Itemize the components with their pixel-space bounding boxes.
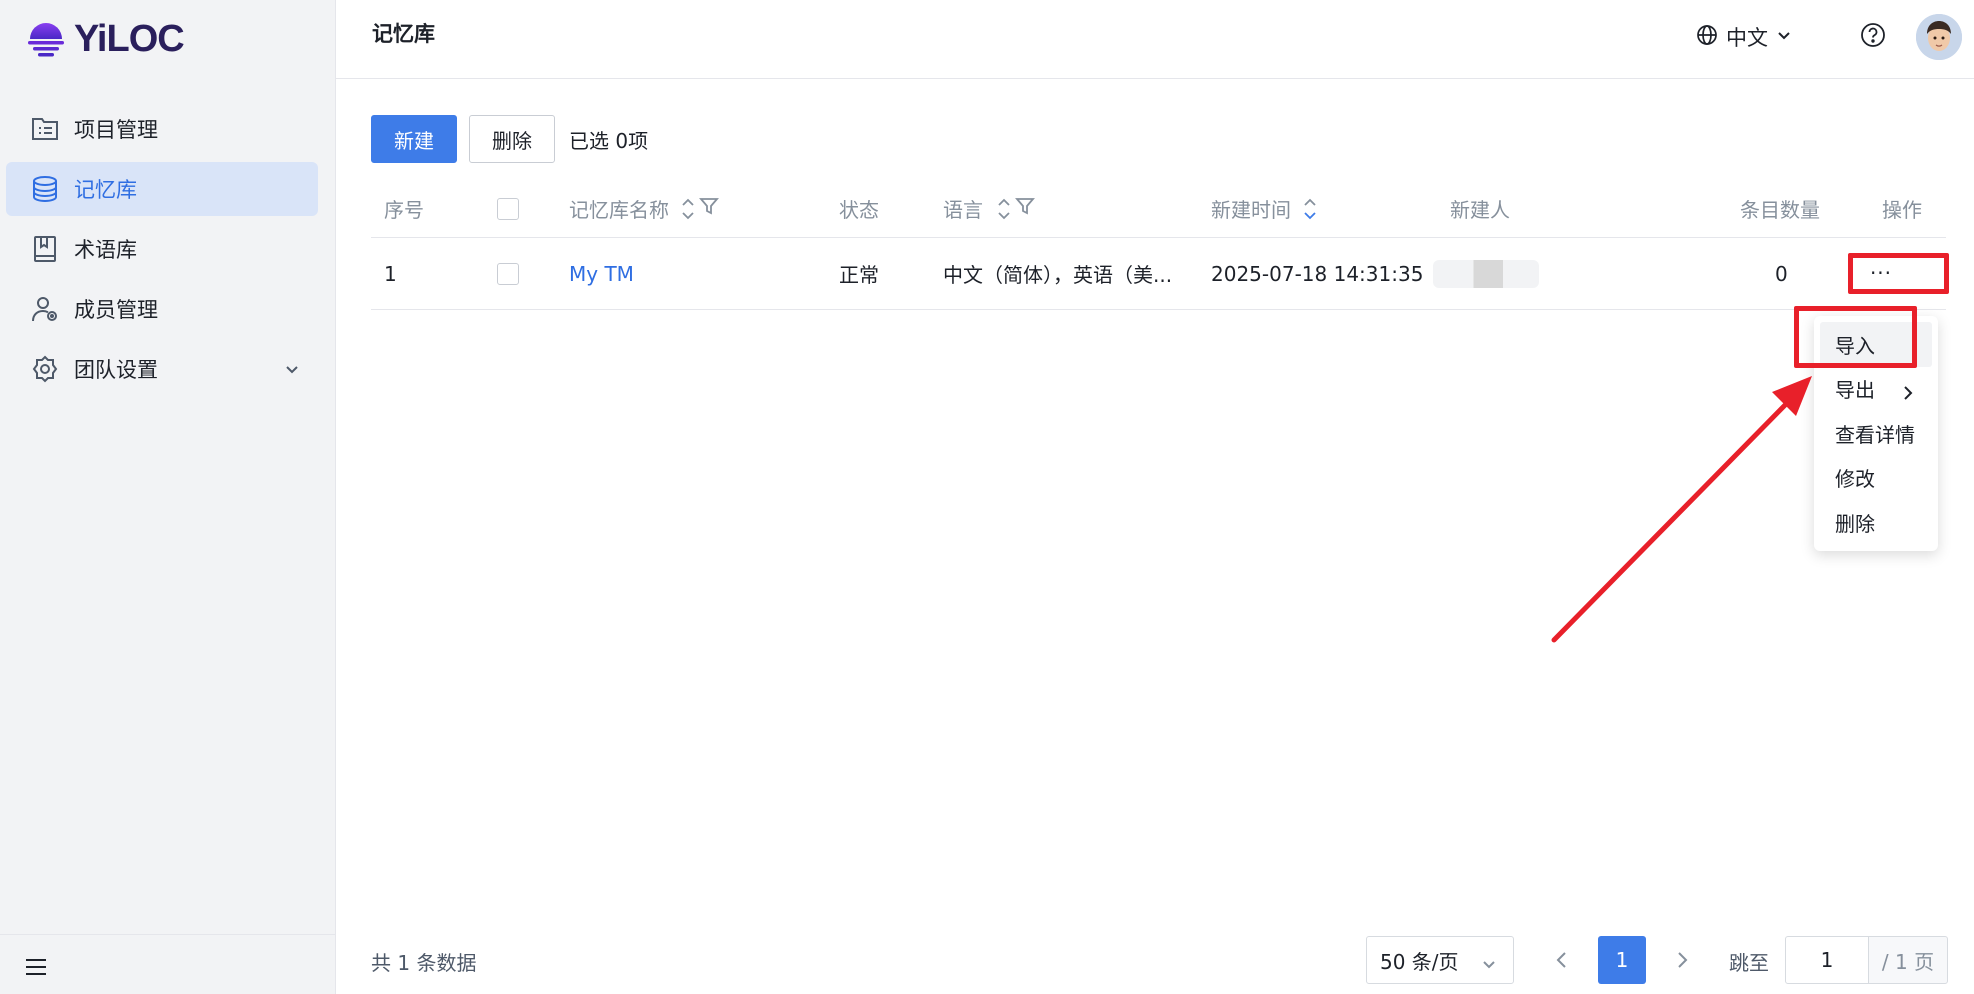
page-size-value: 50 条/页	[1380, 949, 1459, 974]
annotation-arrow	[1551, 376, 1812, 643]
page-total: / 1 页	[1868, 936, 1948, 984]
next-page-icon[interactable]	[1674, 950, 1690, 974]
prev-page-icon[interactable]	[1554, 950, 1570, 974]
page-number-current[interactable]: 1	[1598, 936, 1646, 984]
chevron-down-icon	[1481, 954, 1497, 978]
total-count: 共 1 条数据	[371, 951, 477, 975]
jump-to-label: 跳至	[1729, 951, 1769, 975]
page-size-select[interactable]: 50 条/页	[1366, 936, 1514, 984]
jump-page-input[interactable]: 1	[1785, 936, 1869, 984]
